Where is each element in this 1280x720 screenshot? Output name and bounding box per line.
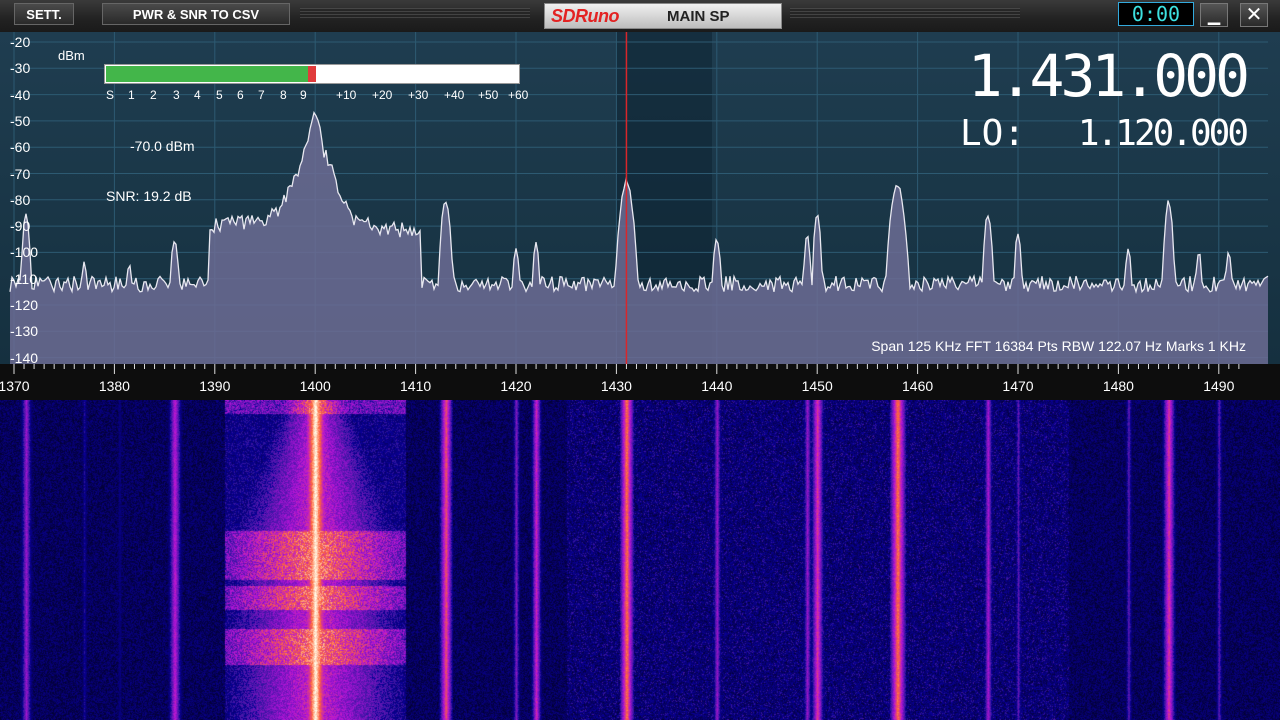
- s-meter-scale-label: 8: [280, 88, 287, 102]
- db-axis-label: -120: [10, 297, 39, 313]
- frequency-label: 1420: [500, 378, 532, 394]
- s-meter-scale-label: +40: [444, 88, 465, 102]
- db-axis-label: -110: [10, 270, 37, 287]
- frequency-label: 1400: [299, 378, 331, 394]
- s-meter-scale-label: 2: [150, 88, 157, 102]
- close-button[interactable]: ✕: [1240, 3, 1268, 27]
- panel-title-plate: SDRuno MAIN SP: [544, 3, 782, 29]
- db-axis-label: -60: [10, 139, 31, 156]
- s-meter: [104, 64, 520, 84]
- spectrum-display[interactable]: dBm -20 -30 -40 -50 -60 -70 -80 -90 -100 -110 -120…: [0, 32, 1280, 366]
- settings-button[interactable]: SETT.: [14, 3, 74, 25]
- s-meter-scale-label: 7: [258, 88, 265, 102]
- frequency-label: 1370: [0, 378, 30, 394]
- db-axis-label: -70: [10, 165, 31, 182]
- frequency-label: 1410: [400, 378, 432, 394]
- frequency-ruler[interactable]: 1370 1380 1390 1400 1410 1420 1430 1440 1450 1460…: [0, 364, 1280, 400]
- power-readout: -70.0 dBm: [130, 138, 195, 154]
- db-axis-label: -80: [10, 191, 31, 208]
- frequency-label: 1430: [600, 378, 632, 394]
- s-meter-scale-label: +10: [336, 88, 357, 102]
- db-axis-label: -20: [10, 34, 31, 50]
- frequency-label: 1470: [1002, 378, 1034, 394]
- frequency-label: 1460: [902, 378, 934, 394]
- db-axis-label: -30: [10, 60, 31, 77]
- title-groove-left: [300, 8, 530, 18]
- vfo-frequency-display[interactable]: 1.431.000: [960, 44, 1250, 108]
- lo-frequency-display[interactable]: 1.120.000: [1020, 114, 1249, 154]
- s-meter-scale-label: +30: [408, 88, 429, 102]
- waterfall-canvas[interactable]: [0, 400, 1280, 720]
- frequency-label: 1390: [199, 378, 231, 394]
- snr-readout: SNR: 19.2 dB: [106, 188, 192, 204]
- s-meter-peak-marker: [307, 66, 316, 82]
- title-groove-right: [790, 8, 1020, 18]
- s-meter-scale-label: 9: [300, 88, 307, 102]
- db-axis-label: -130: [10, 323, 39, 340]
- frequency-label: 1490: [1203, 378, 1235, 394]
- spectrum-info-line: Span 125 KHz FFT 16384 Pts RBW 122.07 Hz…: [871, 338, 1246, 354]
- db-axis-label: -100: [10, 244, 39, 261]
- frequency-label: 1380: [98, 378, 130, 394]
- frequency-label: 1450: [801, 378, 833, 394]
- s-meter-scale-label: 5: [216, 88, 223, 102]
- power-snr-to-csv-button[interactable]: PWR & SNR TO CSV: [102, 3, 290, 25]
- s-meter-scale-label: +60: [508, 88, 529, 102]
- s-meter-scale-label: 4: [194, 88, 201, 102]
- panel-name: MAIN SP: [667, 8, 730, 25]
- db-axis-label: -40: [10, 86, 31, 103]
- s-meter-scale-label: +50: [478, 88, 499, 102]
- db-axis-label: -50: [10, 112, 31, 129]
- clock-display: 0:00: [1118, 2, 1194, 26]
- s-meter-scale-label: S: [106, 88, 115, 102]
- s-meter-scale-label: +20: [372, 88, 393, 102]
- dbm-unit-label: dBm: [58, 48, 85, 63]
- s-meter-scale-label: 6: [237, 88, 244, 102]
- sdruno-logo: SDRuno: [551, 6, 620, 26]
- minimize-button[interactable]: ▁: [1200, 3, 1228, 27]
- waterfall-display[interactable]: [0, 400, 1280, 720]
- db-axis-label: -90: [10, 218, 31, 235]
- frequency-label: 1480: [1102, 378, 1134, 394]
- title-bar: SETT. PWR & SNR TO CSV SDRuno MAIN SP 0:…: [0, 0, 1280, 33]
- frequency-label: 1440: [701, 378, 733, 394]
- s-meter-scale-label: 3: [173, 88, 180, 102]
- s-meter-scale-label: 1: [128, 88, 135, 102]
- s-meter-fill: [106, 66, 309, 82]
- lo-label: LO:: [960, 113, 1026, 154]
